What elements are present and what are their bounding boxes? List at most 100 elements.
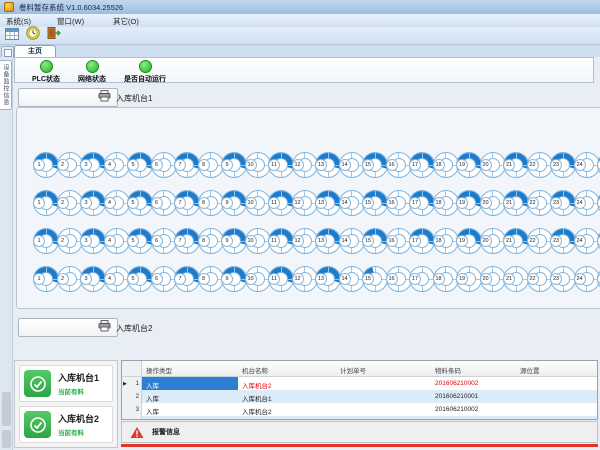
roll-grid: 1234567891011121314151617181920212223242… [33,152,600,294]
check-icon [24,370,51,397]
alarm-red-line [121,444,598,447]
machine2-status-card[interactable]: 入库机台2 当前有料 [19,406,113,443]
roll-slot: 24 [574,228,600,254]
machine2-card-title: 入库机台2 [58,412,99,425]
roll-slot: 20 [480,228,506,254]
roll-slot: 11 [268,190,294,216]
col-machine-name: 机台名称 [238,361,336,376]
roll-slot: 10 [245,228,271,254]
machine1-status-card[interactable]: 入库机台1 当前有料 [19,365,113,402]
row-header-cell: 4 [122,416,142,420]
roll-slot: 5 [127,152,153,178]
table-cell [336,390,431,403]
machine1-card-status: 当前有料 [58,386,99,396]
roll-slot: 21 [503,152,529,178]
machine2-card-status: 当前有料 [58,427,99,437]
roll-slot: 1 [33,152,59,178]
dock-segment [2,392,11,426]
roll-slot: 23 [550,266,576,292]
app-icon [4,2,14,12]
table-cell [336,377,431,390]
plc-status-label: PLC状态 [23,74,69,84]
roll-slot: 16 [386,228,412,254]
roll-slot: 1 [33,190,59,216]
table-row[interactable]: 2入库入库机台1201606210001 [122,390,597,403]
col-plan-no: 计划单号 [336,361,431,376]
print-machine2-button[interactable] [18,318,118,337]
table-row[interactable]: 3入库入库机台2201606210002 [122,403,597,416]
roll-slot: 18 [433,190,459,216]
table-row[interactable]: ▶1入库入库机台2201606210002 [122,377,597,390]
roll-slot: 22 [527,266,553,292]
roll-slot: 9 [221,190,247,216]
auto-run-indicator: 是否自动运行 [115,60,175,84]
network-status-label: 网络状态 [69,74,115,84]
table-cell: 入库机台2 [238,403,336,416]
table-cell: 201606210002 [431,377,516,390]
roll-slot: 20 [480,190,506,216]
roll-slot: 2 [57,190,83,216]
dock-segment [2,430,11,448]
roll-slot: 17 [409,266,435,292]
table-cell: 入库机台1 [238,390,336,403]
table-row[interactable]: 4 [122,416,597,420]
roll-slot: 7 [174,190,200,216]
roll-row: 1234567891011121314151617181920212223242… [33,152,600,180]
alarm-bar[interactable]: 报警信息 [121,421,598,443]
roll-slot: 12 [292,190,318,216]
roll-slot: 5 [127,228,153,254]
roll-slot: 13 [315,152,341,178]
roll-slot: 19 [456,190,482,216]
table-cell [516,416,597,420]
machine2-label: 入库机台2 [116,323,152,334]
roll-slot: 6 [151,228,177,254]
clock-toolbar-button[interactable] [24,28,41,44]
table-cell [142,416,238,420]
roll-slot: 22 [527,152,553,178]
roll-slot: 17 [409,228,435,254]
schedule-icon [5,27,19,45]
roll-slot: 21 [503,228,529,254]
roll-slot: 19 [456,228,482,254]
table-header-row: 操作类型 机台名称 计划单号 物料条码 源位置 [122,361,597,377]
roll-slot: 8 [198,190,224,216]
roll-slot: 18 [433,266,459,292]
roll-slot: 11 [268,266,294,292]
row-header-gutter [122,361,142,376]
network-status-indicator: 网络状态 [69,60,115,84]
roll-slot: 16 [386,190,412,216]
roll-slot: 21 [503,266,529,292]
roll-slot: 9 [221,152,247,178]
print-machine1-button[interactable] [18,88,118,107]
machine-cards-panel: 入库机台1 当前有料 入库机台2 当前有料 [14,360,118,448]
menu-bar: 系统(S) 窗口(W) 其它(O) [0,14,600,27]
roll-slot: 10 [245,152,271,178]
table-cell [431,416,516,420]
table-cell [516,390,597,403]
exit-toolbar-button[interactable] [45,28,62,44]
roll-slot: 23 [550,228,576,254]
table-cell: 入库 [142,390,238,403]
roll-slot: 22 [527,228,553,254]
monitor-info-vertical-tab[interactable]: 设备监控信息 [0,60,12,110]
roll-row: 1234567891011121314151617181920212223242… [33,228,600,256]
menu-other[interactable]: 其它(O) [113,16,139,27]
printer-icon [98,319,111,337]
roll-slot: 3 [80,228,106,254]
roll-slot: 7 [174,228,200,254]
menu-window[interactable]: 窗口(W) [57,16,84,27]
tab-strip: 主页 [0,45,600,57]
schedule-toolbar-button[interactable] [3,28,20,44]
check-icon [24,411,51,438]
roll-slot: 12 [292,266,318,292]
roll-slot: 2 [57,152,83,178]
roll-slot: 4 [104,266,130,292]
row-header-cell: ▶1 [122,377,142,390]
roll-slot: 13 [315,266,341,292]
table-cell: 201606210001 [431,390,516,403]
table-cell: 入库机台2 [238,377,336,390]
roll-slot: 20 [480,266,506,292]
roll-slot: 6 [151,190,177,216]
window-title: 卷料暂存系统 V1.0.6034.25526 [19,2,123,13]
roll-slot: 17 [409,190,435,216]
